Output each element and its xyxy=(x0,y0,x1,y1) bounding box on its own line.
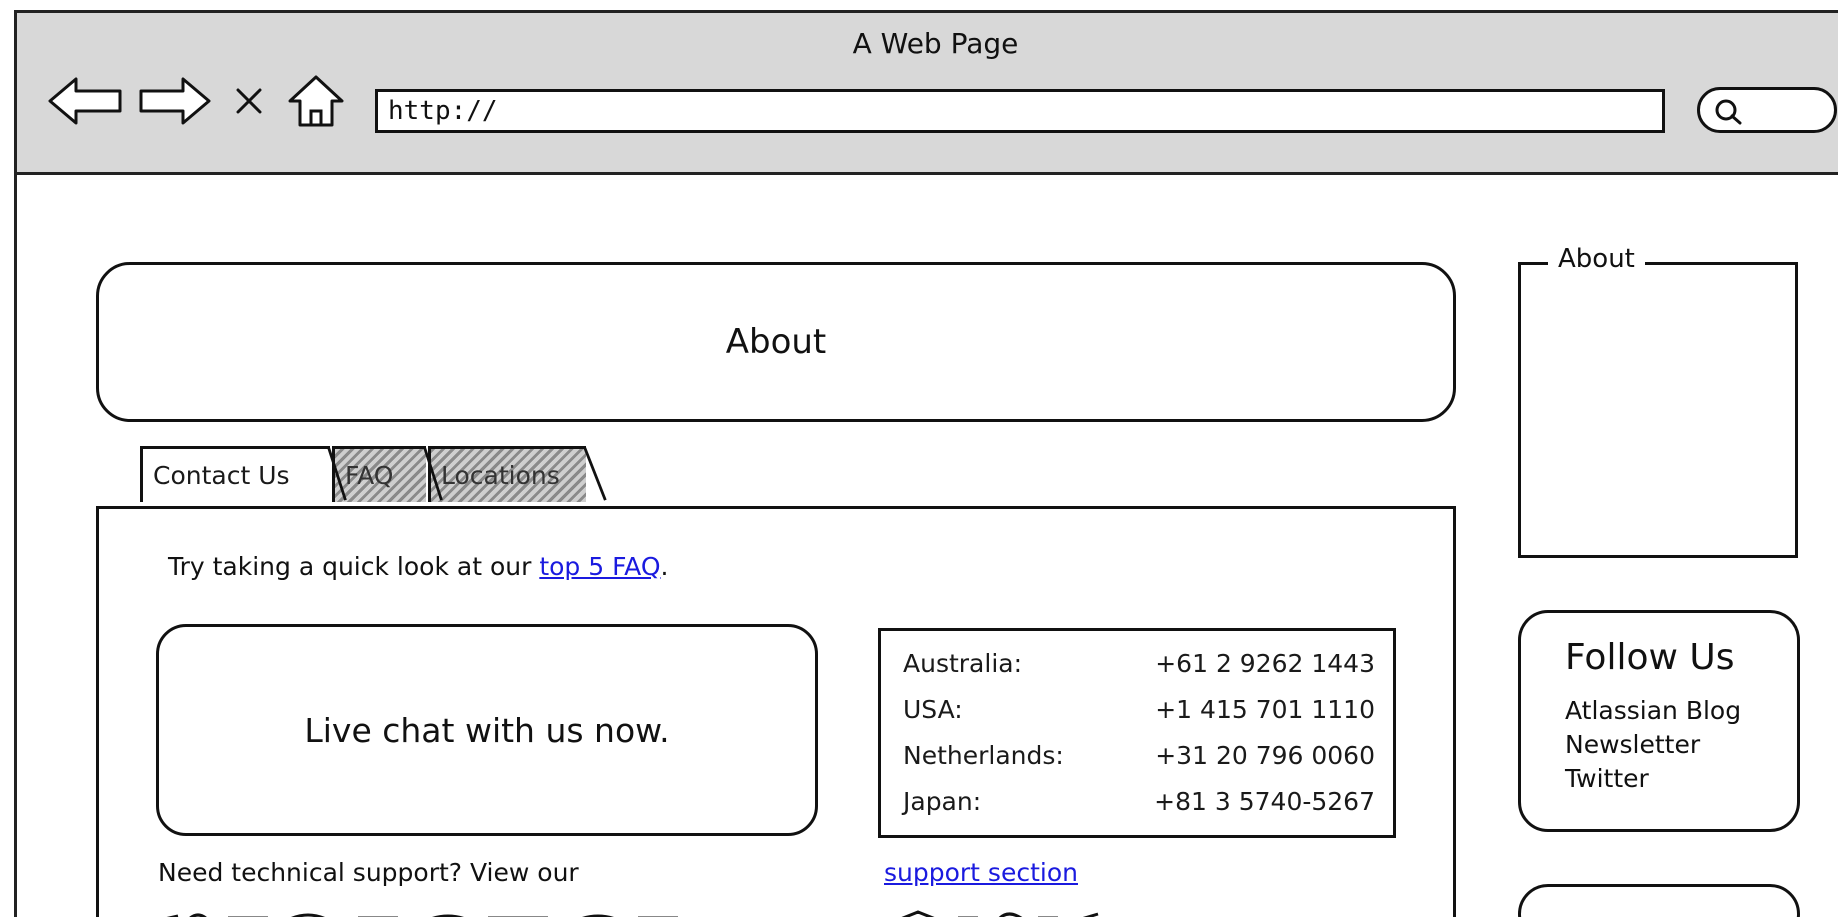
tab-faq-edge xyxy=(423,447,443,501)
about-group-box xyxy=(1518,262,1798,558)
tab-locations[interactable]: Locations xyxy=(428,446,586,502)
support-text: Need technical support? View our xyxy=(158,858,579,887)
close-icon xyxy=(236,88,262,114)
top-faq-link[interactable]: top 5 FAQ xyxy=(539,552,660,581)
phone-country: Australia: xyxy=(903,649,1023,678)
follow-link-blog[interactable]: Atlassian Blog xyxy=(1565,694,1797,728)
live-chat-button[interactable]: Live chat with us now. xyxy=(156,624,818,836)
window-title: A Web Page xyxy=(852,27,1019,60)
home-button[interactable] xyxy=(281,71,351,131)
phone-number: +31 20 796 0060 xyxy=(1155,741,1375,770)
phone-number: +61 2 9262 1443 xyxy=(1155,649,1375,678)
cut-off-text-line xyxy=(166,910,1099,917)
page-canvas: A Web Page http:// About Contact Us FAQ … xyxy=(0,0,1838,917)
tab-contact-us-label: Contact Us xyxy=(153,461,290,490)
browser-search-field[interactable] xyxy=(1697,87,1837,133)
support-section-link[interactable]: support section xyxy=(884,858,1078,887)
browser-toolbar: A Web Page http:// xyxy=(17,13,1838,175)
back-arrow-icon xyxy=(48,77,122,125)
live-chat-label: Live chat with us now. xyxy=(304,710,670,750)
follow-us-title: Follow Us xyxy=(1565,637,1735,678)
address-bar[interactable]: http:// xyxy=(375,89,1665,133)
phone-numbers-table: Australia: +61 2 9262 1443 USA: +1 415 7… xyxy=(878,628,1396,838)
stop-button[interactable] xyxy=(229,71,269,131)
url-text: http:// xyxy=(388,96,498,126)
phone-number: +81 3 5740-5267 xyxy=(1154,787,1375,816)
follow-link-twitter[interactable]: Twitter xyxy=(1565,762,1797,796)
forward-button[interactable] xyxy=(135,71,215,131)
follow-us-panel: Follow Us Atlassian Blog Newsletter Twit… xyxy=(1518,610,1800,832)
phone-row: Netherlands: +31 20 796 0060 xyxy=(903,733,1375,779)
page-title: About xyxy=(725,322,827,362)
sidebar-panel-cut-off xyxy=(1518,884,1800,917)
phone-number: +1 415 701 1110 xyxy=(1155,695,1375,724)
forward-arrow-icon xyxy=(139,77,211,125)
about-group-label: About xyxy=(1548,244,1645,274)
phone-row: USA: +1 415 701 1110 xyxy=(903,687,1375,733)
search-icon xyxy=(1715,99,1742,125)
tab-contact-us-edge xyxy=(327,447,347,501)
back-button[interactable] xyxy=(43,71,129,131)
faq-intro-suffix: . xyxy=(660,552,669,581)
phone-row: Japan: +81 3 5740-5267 xyxy=(903,779,1375,825)
phone-country: Netherlands: xyxy=(903,741,1064,770)
phone-country: USA: xyxy=(903,695,963,724)
home-icon xyxy=(288,75,344,127)
faq-intro-text: Try taking a quick look at our xyxy=(168,552,540,581)
tab-locations-edge xyxy=(583,447,607,501)
tab-locations-label: Locations xyxy=(441,461,560,490)
follow-link-newsletter[interactable]: Newsletter xyxy=(1565,728,1797,762)
phone-row: Australia: +61 2 9262 1443 xyxy=(903,641,1375,687)
tab-faq-label: FAQ xyxy=(345,461,394,490)
tab-contact-us[interactable]: Contact Us xyxy=(140,446,330,502)
page-header: About xyxy=(96,262,1456,422)
phone-country: Japan: xyxy=(903,787,982,816)
faq-intro: Try taking a quick look at our top 5 FAQ… xyxy=(168,552,668,581)
